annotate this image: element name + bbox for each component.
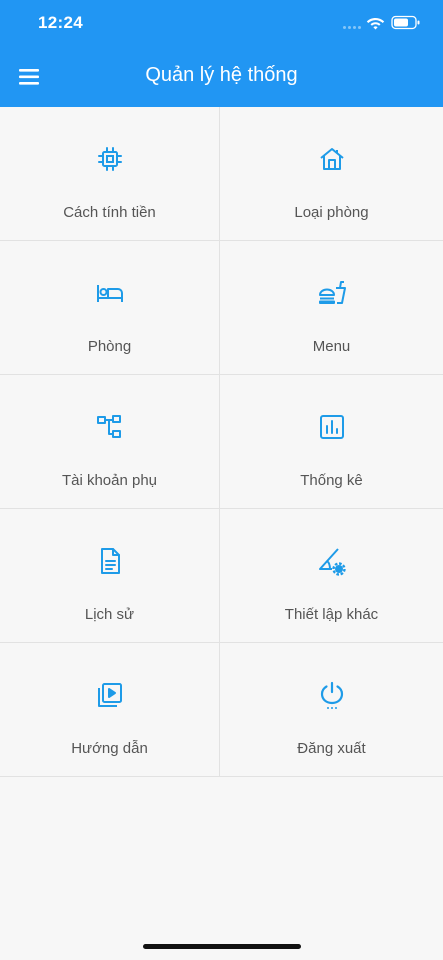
power-icon: [320, 681, 343, 709]
menu-item-sub-accounts[interactable]: Tài khoản phụ: [0, 375, 220, 509]
menu-item-label: Cách tính tiền: [63, 204, 156, 221]
menu-item-billing[interactable]: Cách tính tiền: [0, 107, 220, 241]
menu-item-rooms[interactable]: Phòng: [0, 241, 220, 375]
menu-item-other-settings[interactable]: Thiết lập khác: [220, 509, 443, 643]
page-title: Quản lý hệ thống: [145, 64, 298, 86]
app-bar: 12:24 Quản lý hệ thống: [0, 0, 443, 107]
account-tree-icon: [96, 415, 121, 438]
settings-angle-icon: [318, 548, 346, 576]
chip-icon: [97, 147, 122, 171]
home-indicator: [143, 944, 301, 949]
menu-item-room-types[interactable]: Loại phòng: [220, 107, 443, 241]
menu-item-label: Tài khoản phụ: [61, 472, 158, 489]
menu-item-label: Lịch sử: [84, 606, 135, 623]
menu-item-label: Đăng xuất: [297, 740, 366, 757]
home-icon: [319, 148, 344, 170]
menu-item-menu[interactable]: Menu: [220, 241, 443, 375]
menu-item-label: Phòng: [87, 338, 132, 355]
menu-item-label: Hướng dẫn: [71, 740, 148, 757]
document-icon: [100, 548, 120, 574]
menu-item-label: Menu: [312, 338, 351, 355]
menu-item-logout[interactable]: Đăng xuất: [220, 643, 443, 777]
menu-grid: Cách tính tiền Loại phòng Phòng Menu Tài…: [0, 107, 443, 777]
bar-chart-icon: [319, 415, 344, 439]
menu-item-label: Thiết lập khác: [284, 606, 379, 623]
menu-item-label: Loại phòng: [294, 204, 369, 221]
cellular-signal-icon: [343, 26, 363, 30]
menu-item-label: Thống kê: [300, 472, 363, 489]
bed-icon: [96, 285, 123, 302]
fastfood-icon: [318, 281, 346, 304]
video-library-icon: [97, 683, 122, 707]
menu-item-history[interactable]: Lịch sử: [0, 509, 220, 643]
menu-item-guide[interactable]: Hướng dẫn: [0, 643, 220, 777]
menu-item-statistics[interactable]: Thống kê: [220, 375, 443, 509]
battery-icon: [391, 15, 420, 30]
status-time: 12:24: [38, 13, 83, 32]
wifi-icon: [366, 18, 385, 30]
